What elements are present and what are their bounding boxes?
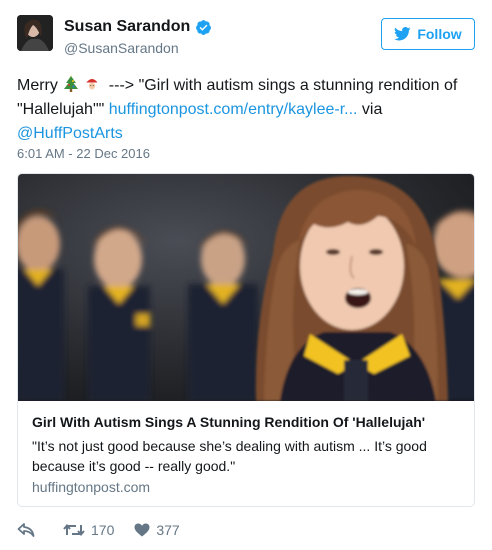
tweet-text: Merry ---> "Girl with autism sings a stu… <box>17 74 477 146</box>
santa-icon <box>85 79 101 91</box>
like-count: 377 <box>156 522 180 538</box>
follow-button[interactable]: Follow <box>381 18 475 50</box>
card-image-photo <box>18 174 474 401</box>
user-name[interactable]: Susan Sarandon <box>64 18 190 36</box>
twitter-bird-icon <box>394 27 411 41</box>
tweet-link[interactable]: huffingtonpost.com/entry/kaylee-r... <box>109 101 358 118</box>
verified-badge-icon <box>196 19 212 35</box>
reply-button[interactable] <box>17 523 35 537</box>
tweet-mention[interactable]: @HuffPostArts <box>17 125 123 142</box>
card-title[interactable]: Girl With Autism Sings A Stunning Rendit… <box>32 414 425 430</box>
link-card[interactable]: Girl With Autism Sings A Stunning Rendit… <box>17 173 475 507</box>
tweet-actions: 170 377 <box>17 520 180 540</box>
follow-button-label: Follow <box>417 26 462 42</box>
tweet-text-prefix: Merry <box>17 77 58 94</box>
tweet-timestamp[interactable]: 6:01 AM - 22 Dec 2016 <box>17 146 150 161</box>
avatar[interactable] <box>17 15 53 51</box>
tweet-text-via: via <box>357 101 383 118</box>
retweet-button[interactable]: 170 <box>63 522 114 538</box>
card-image[interactable] <box>18 174 474 401</box>
card-description: "It’s not just good because she’s dealin… <box>32 438 427 474</box>
retweet-count: 170 <box>91 522 115 538</box>
card-domain: huffingtonpost.com <box>32 479 151 495</box>
avatar-image <box>17 15 53 51</box>
christmas-tree-icon <box>64 75 79 92</box>
user-handle[interactable]: @SusanSarandon <box>64 40 179 56</box>
user-name-row: Susan Sarandon <box>64 18 212 36</box>
retweet-icon <box>63 523 85 537</box>
like-button[interactable]: 377 <box>134 522 180 538</box>
reply-icon <box>17 523 35 537</box>
tweet: Susan Sarandon @SusanSarandon Follow Mer… <box>0 0 492 550</box>
heart-icon <box>134 523 150 537</box>
